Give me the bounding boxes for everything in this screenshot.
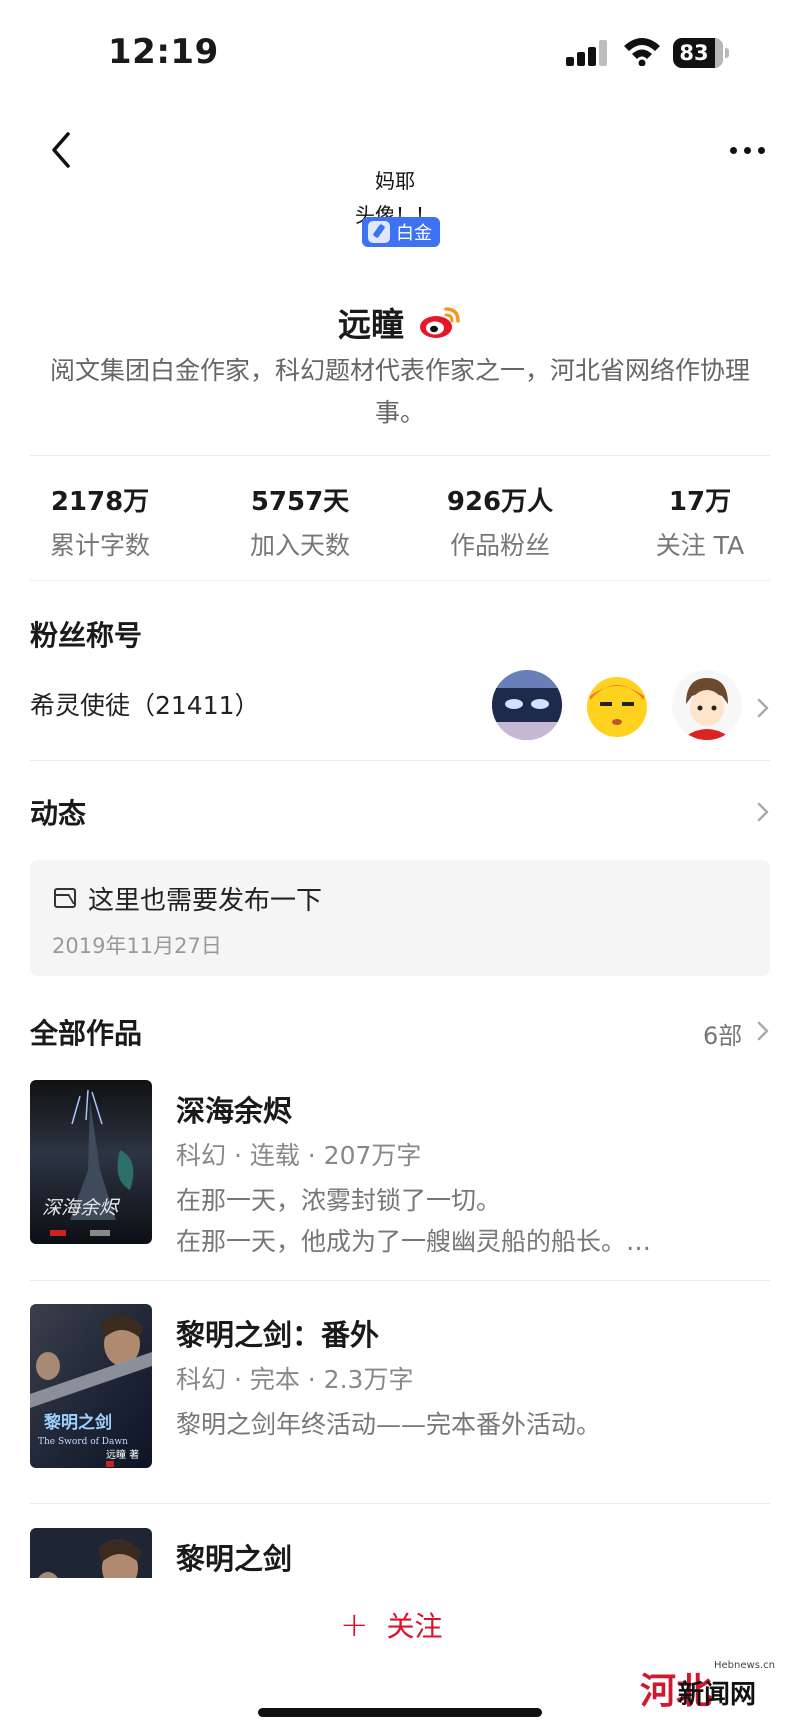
book-cover[interactable]: 深海余烬 [30,1080,152,1244]
watermark-sub: Hebnews.cn [714,1660,775,1671]
platinum-badge: 白金 [362,217,440,247]
divider [30,1503,770,1504]
chevron-left-icon[interactable] [44,130,78,170]
book-desc-line: 在那一天，浓雾封锁了一切。 [176,1186,502,1215]
weibo-icon[interactable] [418,304,462,340]
book-meta: 科幻 · 完本 · 2.3万字 [176,1365,414,1394]
avatar-text-line1: 妈耶 [375,169,415,193]
cover-title: 深海余烬 [42,1197,121,1219]
status-time: 12:19 [108,32,219,72]
book-item[interactable]: 深海余烬 深海余烬 科幻 · 连载 · 207万字 在那一天，浓雾封锁了一切。 … [30,1080,770,1280]
divider [30,760,770,761]
watermark-logo: 河北 Hebnews.cn 新闻网 [640,1656,775,1716]
book-meta: 科幻 · 连载 · 207万字 [176,1141,422,1170]
stat-value: 2178万 [50,487,150,517]
stat-fans[interactable]: 926万人 作品粉丝 [400,482,600,572]
book-title: 黎明之剑：番外 [176,1318,380,1352]
book-item[interactable]: 黎明之剑 The Sword of Dawn 远瞳 著 黎明之剑：番外 科幻 ·… [30,1304,770,1504]
feed-section-title[interactable]: 动态 [30,792,86,832]
book-cover[interactable]: 黎明之剑 The Sword of Dawn 远瞳 著 [30,1304,152,1468]
book-desc-line: 在那一天，他成为了一艘幽灵船的船长。… [176,1227,652,1256]
follow-button[interactable]: + 关注 [340,1600,480,1650]
stat-days: 5757天 加入天数 [200,482,400,572]
book-title: 深海余烬 [176,1094,293,1128]
fan-title-row[interactable]: 希灵使徒（21411） [30,686,260,722]
stat-words: 2178万 累计字数 [0,482,200,572]
book-desc: 在那一天，浓雾封锁了一切。 在那一天，他成为了一艘幽灵船的船长。… [176,1180,770,1262]
image-icon [54,888,76,908]
chevron-right-icon[interactable] [756,801,770,823]
post-text: 这里也需要发布一下 [88,886,323,916]
watermark-main: 新闻网 [678,1680,757,1710]
divider [30,455,770,456]
stat-label: 作品粉丝 [449,531,550,560]
stat-following[interactable]: 17万 关注 TA [600,482,800,572]
fans-section-title: 粉丝称号 [30,619,143,652]
author-name-row: 远瞳 [0,298,800,346]
stat-value: 5757天 [250,487,350,517]
cover-subtitle: The Sword of Dawn [38,1437,128,1447]
plus-icon: + [340,1605,369,1645]
status-bar: 12:19 83 [0,0,800,100]
wifi-icon [624,38,660,66]
cover-author: 远瞳 著 [106,1448,139,1461]
battery-level: 83 [679,41,709,65]
chevron-right-icon[interactable] [756,1020,770,1042]
badge-label: 白金 [396,223,432,244]
book-title: 黎明之剑 [176,1542,293,1576]
fan-avatar-1[interactable] [492,670,562,740]
stat-label: 累计字数 [49,531,150,560]
stats-row: 2178万 累计字数 5757天 加入天数 926万人 作品粉丝 17万 关注 … [0,482,800,572]
home-indicator[interactable] [258,1708,542,1717]
fan-avatar-3[interactable] [672,670,742,740]
pen-icon [368,221,390,243]
stat-value: 17万 [668,487,732,517]
book-desc-line: 黎明之剑年终活动——完本番外活动。 [176,1410,602,1439]
author-intro: 阅文集团白金作家，科幻题材代表作家之一，河北省网络作协理事。 [49,356,750,427]
more-horizontal-icon[interactable] [728,140,768,160]
stat-label: 关注 TA [655,531,745,560]
stat-label: 加入天数 [249,531,350,560]
stat-value: 926万人 [446,487,554,517]
signal-icon [566,40,608,66]
divider [30,580,770,581]
works-count[interactable]: 6部 [703,1016,742,1051]
chevron-right-icon[interactable] [756,697,770,719]
cover-title: 黎明之剑 [44,1412,112,1433]
post-date: 2019年11月27日 [52,934,222,958]
author-name: 远瞳 [338,305,404,344]
post-card[interactable]: 这里也需要发布一下 2019年11月27日 [30,860,770,976]
bottom-bar: + 关注 河北 Hebnews.cn 新闻网 [0,1578,800,1733]
book-desc: 黎明之剑年终活动——完本番外活动。 [176,1404,770,1445]
battery-icon: 83 [673,38,729,68]
works-section-title: 全部作品 [30,1017,143,1050]
divider [30,1280,770,1281]
fan-avatar-2[interactable] [582,670,652,740]
follow-label: 关注 [386,1610,443,1643]
